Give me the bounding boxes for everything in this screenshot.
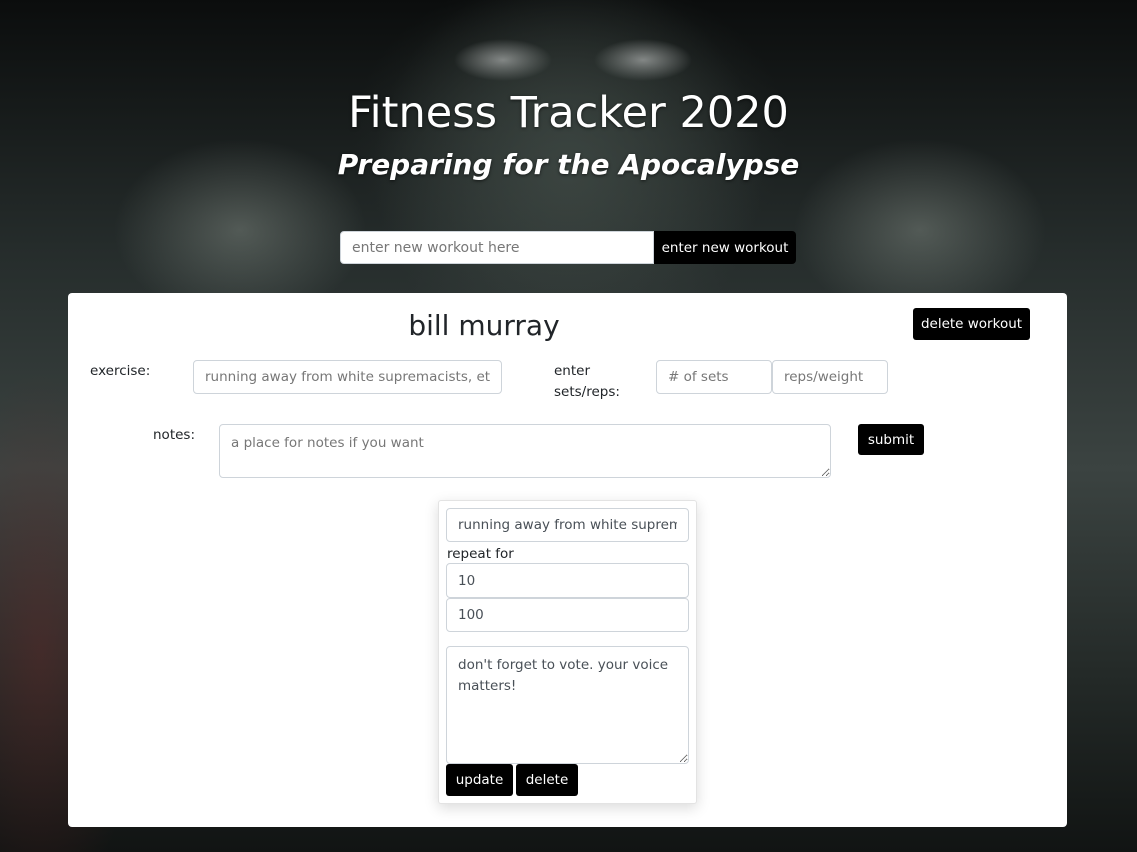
new-workout-input[interactable] xyxy=(340,231,654,264)
entry-reps-input[interactable] xyxy=(446,598,689,632)
page-subtitle: Preparing for the Apocalypse xyxy=(337,148,800,181)
reps-input[interactable] xyxy=(772,360,888,394)
notes-textarea[interactable] xyxy=(219,424,831,478)
exercise-input[interactable] xyxy=(193,360,502,394)
workout-card: bill murray delete workout exercise: ent… xyxy=(68,293,1067,827)
enter-new-workout-button[interactable]: enter new workout xyxy=(654,231,796,264)
entry-notes-textarea[interactable]: don't forget to vote. your voice matters… xyxy=(446,646,689,764)
submit-button[interactable]: submit xyxy=(858,424,924,455)
entry-exercise-input[interactable] xyxy=(446,508,689,542)
delete-entry-button[interactable]: delete xyxy=(516,764,578,796)
exercise-label: exercise: xyxy=(90,363,151,379)
page-title: Fitness Tracker 2020 xyxy=(348,88,789,138)
notes-label: notes: xyxy=(153,427,195,443)
delete-workout-button[interactable]: delete workout xyxy=(913,308,1030,340)
workout-title: bill murray xyxy=(408,309,560,342)
sets-input[interactable] xyxy=(656,360,772,394)
repeat-for-label: repeat for xyxy=(447,546,514,562)
sets-reps-label: enter sets/reps: xyxy=(554,363,620,400)
entry-sets-input[interactable] xyxy=(446,563,689,598)
update-button[interactable]: update xyxy=(446,764,513,796)
exercise-entry-card: repeat for don't forget to vote. your vo… xyxy=(438,500,697,804)
